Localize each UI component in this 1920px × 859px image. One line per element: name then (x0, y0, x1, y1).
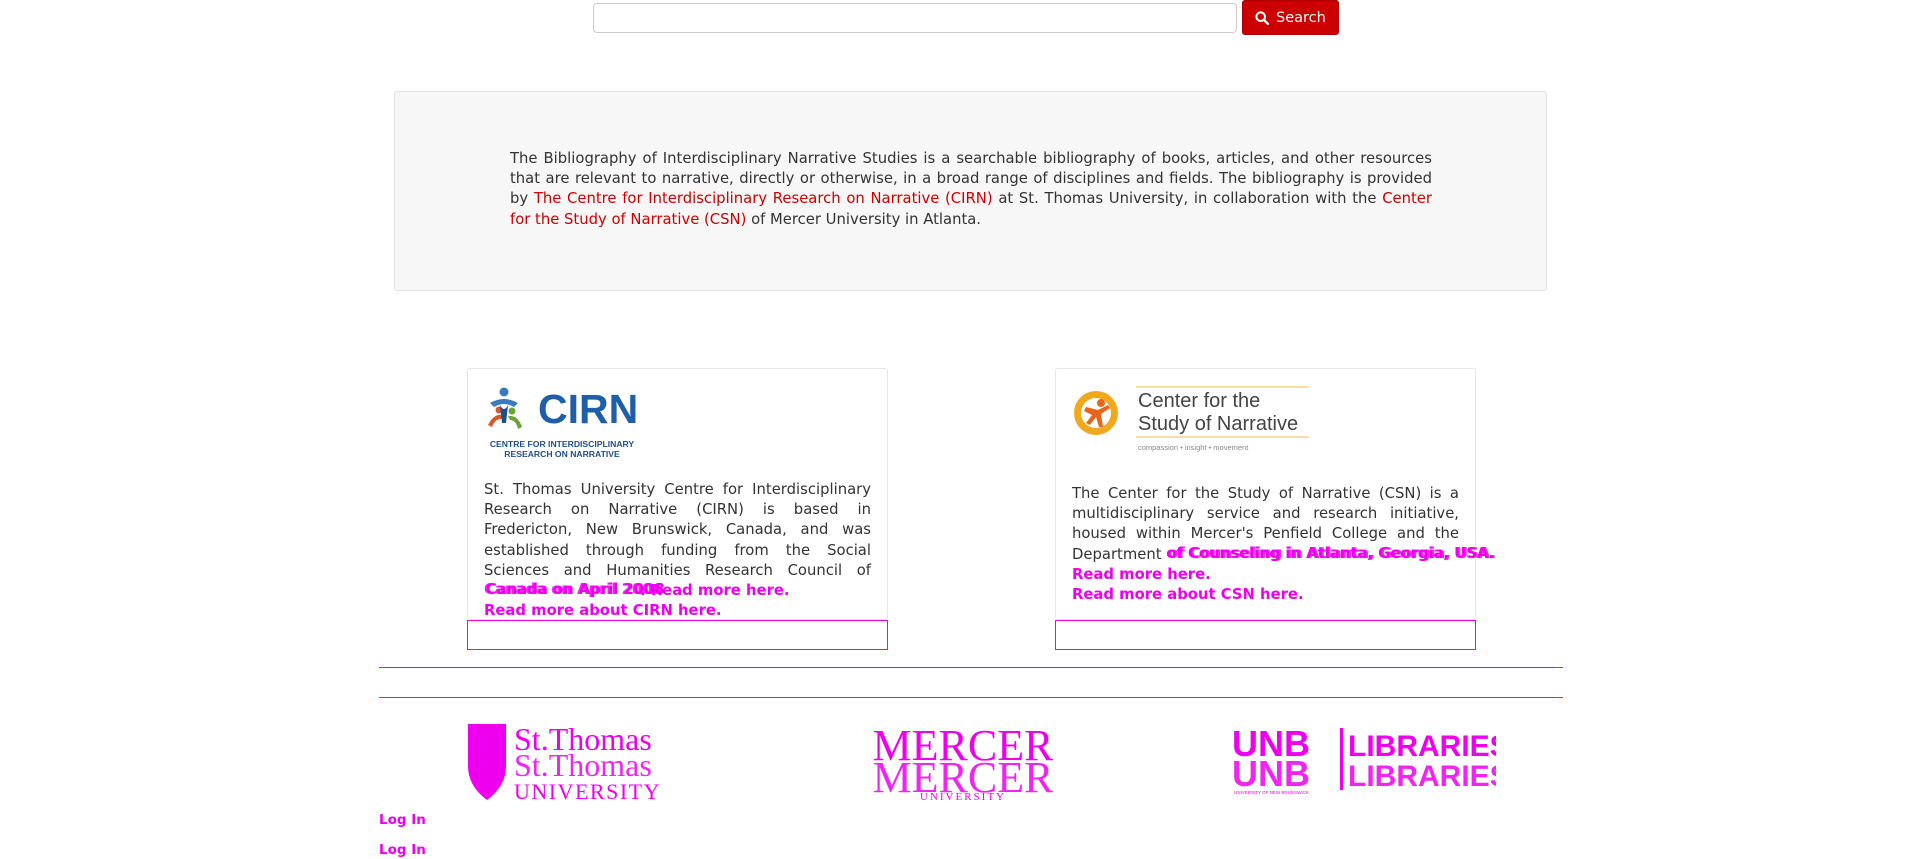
cirn-card: CIRN CENTRE FOR INTERDISCIPLINARY RESEAR… (467, 368, 888, 620)
unb-logo-left-dup: UNB (1232, 753, 1310, 794)
unb-logo-right: LIBRARIES (1348, 730, 1496, 763)
divider-1 (379, 667, 1563, 668)
search-input[interactable] (593, 2, 1237, 33)
intro-panel: The Bibliography of Interdisciplinary Na… (394, 91, 1547, 291)
intro-text-end: of Mercer University in Atlanta. (746, 210, 982, 228)
unb-logo-right-dup: LIBRARIES (1348, 760, 1496, 793)
intro-text: The Bibliography of Interdisciplinary Na… (510, 149, 1432, 230)
unb-logo-small: UNIVERSITY OF NEW BRUNSWICK (1234, 790, 1309, 795)
cirn-description-text: St. Thomas University Centre for Interdi… (484, 481, 871, 579)
search-bar: Search (593, 0, 1339, 35)
cirn-logo: CIRN CENTRE FOR INTERDISCIPLINARY RESEAR… (486, 383, 638, 467)
search-button-label: Search (1276, 9, 1326, 26)
unb-libraries-logo: UNB LIBRARIES UNB LIBRARIES UNIVERSITY O… (1232, 723, 1510, 795)
cirn-logo-line1: CENTRE FOR INTERDISCIPLINARY (490, 439, 635, 449)
csn-description: The Center for the Study of Narrative (C… (1072, 484, 1496, 605)
cirn-description: St. Thomas University Centre for Interdi… (484, 480, 871, 621)
csn-logo-tagline: compassion • insight • movement (1138, 443, 1249, 452)
stu-logo-line1-dup: St.Thomas (514, 747, 652, 783)
csn-logo-line2: Study of Narrative (1138, 413, 1298, 435)
csn-logo: Center for the Study of Narrative compas… (1074, 383, 1310, 465)
mercer-logo-link[interactable]: MERCER MERCER UNIVERSITY (873, 720, 1055, 806)
login-link-dup[interactable]: Log In (379, 842, 426, 858)
unb-libraries-logo-link[interactable]: UNB LIBRARIES UNB LIBRARIES UNIVERSITY O… (1232, 722, 1510, 804)
stu-logo-line2: UNIVERSITY (514, 779, 661, 804)
csn-logo-line1: Center for the (1138, 390, 1260, 412)
cirn-established-date-dup: Canada on April 2006 (484, 581, 663, 599)
login-link[interactable]: Log In (379, 812, 426, 828)
cirn-logo-acronym: CIRN (538, 386, 638, 432)
stu-logo: St.Thomas St.Thomas UNIVERSITY (468, 721, 661, 804)
csn-read-more-link[interactable]: Read more here. (1072, 566, 1211, 583)
cirn-link[interactable]: The Centre for Interdisciplinary Researc… (534, 190, 993, 207)
mercer-logo-line2: UNIVERSITY (920, 791, 1006, 802)
search-icon (1255, 10, 1269, 25)
mercer-logo: MERCER MERCER UNIVERSITY (873, 721, 1055, 803)
csn-location-dup: of Counseling in Atlanta, Georgia, USA. (1168, 544, 1497, 562)
stu-logo-link[interactable]: St.Thomas St.Thomas UNIVERSITY (466, 720, 666, 808)
intro-text-middle: at St. Thomas University, in collaborati… (992, 190, 1383, 208)
search-button[interactable]: Search (1242, 0, 1339, 35)
cirn-about-link[interactable]: Read more about CIRN here. (484, 602, 722, 619)
divider-2 (379, 697, 1563, 698)
cirn-card-footer (467, 620, 888, 650)
csn-about-link[interactable]: Read more about CSN here. (1072, 586, 1304, 603)
csn-card: Center for the Study of Narrative compas… (1055, 368, 1496, 620)
cirn-logo-line2: RESEARCH ON NARRATIVE (504, 449, 620, 459)
csn-card-footer (1055, 620, 1476, 650)
